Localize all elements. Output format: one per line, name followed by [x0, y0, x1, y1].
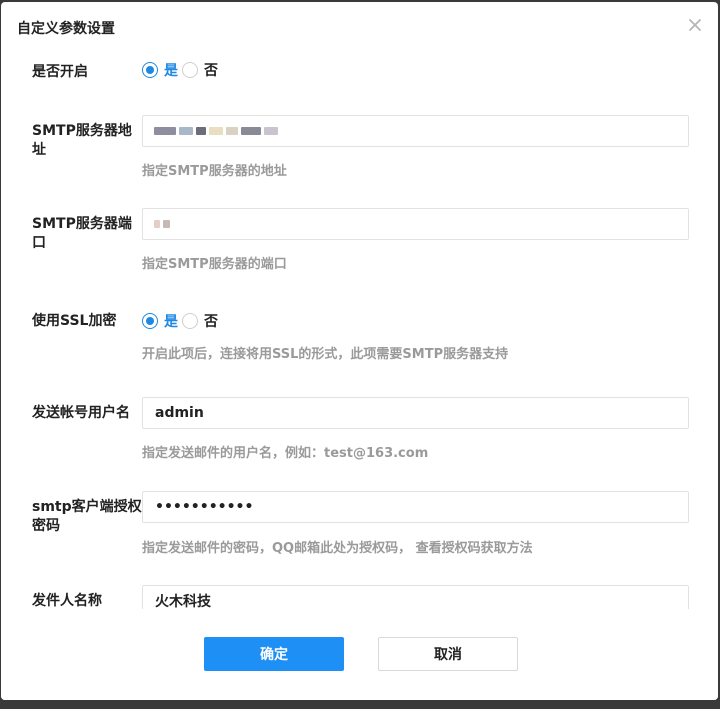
smtp-host-hint: 指定SMTP服务器的地址 — [142, 164, 287, 179]
dialog-footer: 确定 取消 — [1, 609, 718, 700]
auth-code-hint: 指定发送邮件的密码，QQ邮箱此处为授权码， 查看授权码获取方法 — [142, 541, 533, 556]
smtp-port-redacted — [154, 220, 170, 228]
radio-checked-icon — [142, 62, 158, 78]
username-label: 发送帐号用户名 — [32, 405, 130, 421]
use-ssl-yes-label: 是 — [164, 314, 178, 330]
use-ssl-yes-radio[interactable]: 是 — [142, 311, 178, 331]
use-ssl-hint: 开启此项后，连接将用SSL的形式，此项需要SMTP服务器支持 — [142, 347, 509, 362]
radio-unchecked-icon — [182, 62, 198, 78]
enabled-label: 是否开启 — [32, 64, 88, 80]
smtp-port-label: SMTP服务器端口 — [32, 216, 132, 251]
enabled-no-label: 否 — [204, 63, 218, 79]
username-hint: 指定发送邮件的用户名，例如：test@163.com — [142, 446, 429, 461]
smtp-port-input[interactable] — [142, 208, 689, 240]
enabled-yes-radio[interactable]: 是 — [142, 60, 178, 80]
dialog-title: 自定义参数设置 — [17, 21, 115, 37]
use-ssl-no-radio[interactable]: 否 — [182, 311, 218, 331]
radio-checked-icon — [142, 313, 158, 329]
enabled-no-radio[interactable]: 否 — [182, 60, 218, 80]
auth-code-input[interactable] — [142, 491, 689, 523]
dialog-body[interactable]: 是否开启 是 否 SMTP服务器地址 指定SMTP服务器的地址 SMTP服务器端… — [1, 44, 718, 609]
close-icon[interactable] — [686, 16, 704, 34]
sender-name-label: 发件人名称 — [32, 593, 102, 609]
use-ssl-label: 使用SSL加密 — [32, 313, 117, 329]
username-input[interactable] — [142, 397, 689, 429]
sender-name-input[interactable] — [142, 585, 689, 609]
radio-unchecked-icon — [182, 313, 198, 329]
enabled-radio-group: 是 否 — [142, 60, 222, 80]
confirm-button[interactable]: 确定 — [204, 637, 344, 671]
auth-code-label: smtp客户端授权密码 — [32, 499, 142, 534]
smtp-host-label: SMTP服务器地址 — [32, 123, 132, 158]
smtp-port-hint: 指定SMTP服务器的端口 — [142, 257, 287, 272]
cancel-button[interactable]: 取消 — [378, 637, 518, 671]
settings-dialog: 自定义参数设置 是否开启 是 否 SMTP服务器地址 指定SMTP服务器的地址 … — [1, 2, 718, 700]
smtp-host-redacted — [154, 127, 278, 135]
use-ssl-no-label: 否 — [204, 314, 218, 330]
use-ssl-radio-group: 是 否 — [142, 311, 222, 331]
enabled-yes-label: 是 — [164, 63, 178, 79]
